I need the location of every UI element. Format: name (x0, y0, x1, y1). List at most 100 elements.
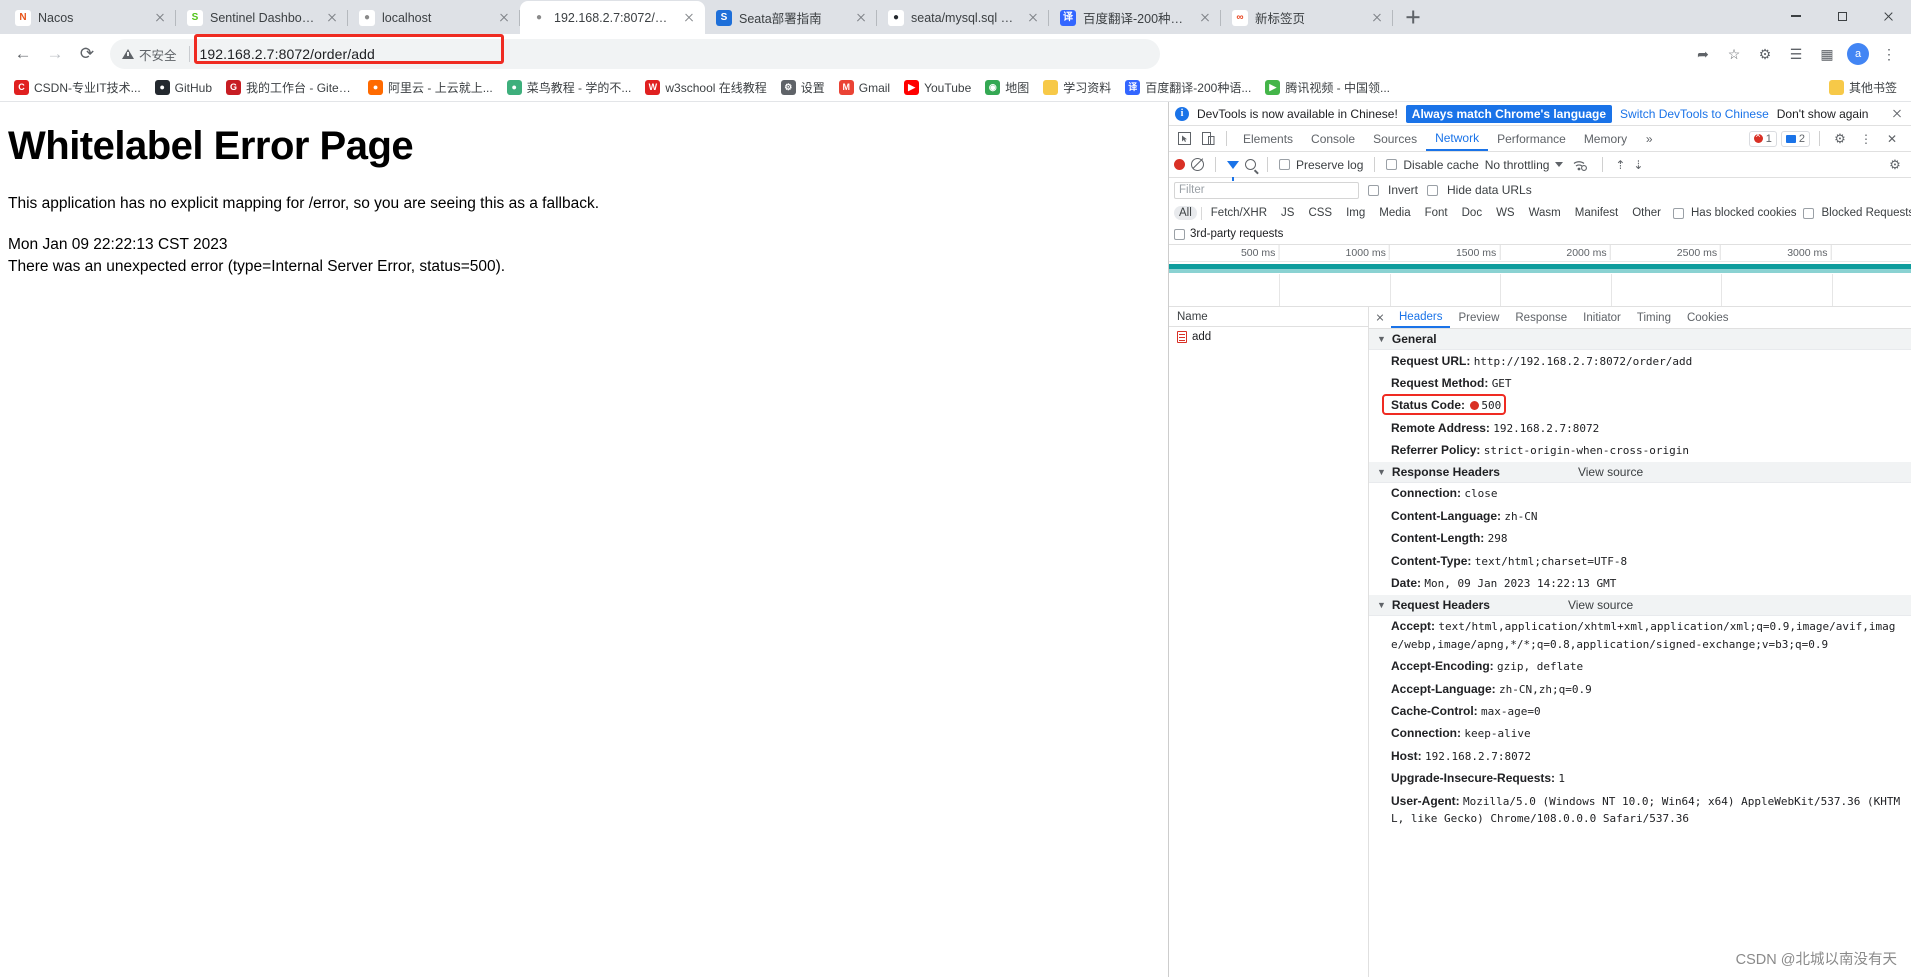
resource-type-filter[interactable]: Wasm (1524, 206, 1566, 220)
resource-type-filter[interactable]: Other (1627, 206, 1666, 220)
blocked-requests-label[interactable]: Blocked Requests (1821, 207, 1911, 219)
preserve-log-label[interactable]: Preserve log (1296, 158, 1363, 172)
disable-cache-label[interactable]: Disable cache (1403, 158, 1478, 172)
section-header[interactable]: ▼ Request Headers View source (1369, 594, 1911, 616)
maximize-button[interactable] (1819, 0, 1865, 32)
record-button[interactable] (1174, 159, 1185, 170)
has-blocked-cookies-checkbox[interactable] (1673, 207, 1684, 219)
chevron-down-icon[interactable] (1555, 162, 1564, 167)
request-row[interactable]: add (1169, 327, 1368, 346)
browser-tab[interactable]: ● localhost (348, 1, 520, 34)
tab-close-icon[interactable] (1197, 10, 1213, 26)
close-detail-icon[interactable] (1372, 310, 1388, 326)
hide-data-urls-checkbox[interactable] (1427, 184, 1439, 196)
third-party-requests-checkbox[interactable] (1174, 228, 1185, 240)
throttling-select[interactable]: No throttling (1485, 158, 1550, 172)
resource-type-filter[interactable]: JS (1276, 206, 1299, 220)
resource-type-filter[interactable]: Font (1420, 206, 1453, 220)
bookmark-item[interactable]: ● 阿里云 - 上云就上... (362, 76, 499, 99)
detail-tab-cookies[interactable]: Cookies (1679, 307, 1737, 328)
reload-button[interactable]: ⟳ (72, 39, 102, 69)
invert-checkbox[interactable] (1368, 184, 1379, 196)
tab-close-icon[interactable] (681, 10, 697, 26)
collapse-triangle-icon[interactable]: ▼ (1377, 600, 1386, 610)
device-toolbar-icon[interactable] (1197, 128, 1219, 150)
address-bar[interactable]: 不安全 192.168.2.7:8072/order/add (110, 34, 1160, 69)
forward-button[interactable]: → (40, 39, 70, 69)
not-secure-indicator[interactable]: 不安全 (122, 45, 177, 64)
network-settings-gear-icon[interactable]: ⚙ (1884, 154, 1906, 176)
third-party-requests-label[interactable]: 3rd-party requests (1190, 228, 1283, 240)
has-blocked-cookies-label[interactable]: Has blocked cookies (1691, 207, 1796, 219)
kebab-menu-icon[interactable]: ⋮ (1855, 128, 1877, 150)
bookmark-item[interactable]: M Gmail (833, 77, 896, 98)
gear-icon[interactable]: ⚙ (1829, 128, 1851, 150)
view-source-link[interactable]: View source (1578, 465, 1643, 479)
inspect-element-icon[interactable] (1173, 128, 1195, 150)
preserve-log-checkbox[interactable] (1279, 159, 1290, 170)
browser-tab[interactable]: ● seata/mysql.sql at 1.4.0 (877, 1, 1049, 34)
section-header[interactable]: ▼ Response Headers View source (1369, 461, 1911, 483)
back-button[interactable]: ← (8, 39, 38, 69)
tab-close-icon[interactable] (1369, 10, 1385, 26)
browser-tab[interactable]: ● 192.168.2.7:8072/order/… (520, 1, 705, 34)
detail-tab-headers[interactable]: Headers (1391, 307, 1451, 328)
bookmark-item[interactable]: 学习资料 (1037, 76, 1117, 99)
banner-close-icon[interactable] (1889, 106, 1905, 122)
avatar[interactable]: a (1844, 40, 1872, 68)
devtools-tab-console[interactable]: Console (1302, 126, 1364, 151)
blocked-requests-checkbox[interactable] (1803, 207, 1815, 219)
share-icon[interactable]: ➦ (1689, 40, 1717, 68)
filter-icon[interactable] (1227, 160, 1239, 181)
bookmark-item[interactable]: Ww3school 在线教程 (639, 76, 772, 99)
view-source-link[interactable]: View source (1568, 598, 1633, 612)
warning-count-badge[interactable]: 2 (1780, 130, 1810, 147)
filter-input[interactable]: Filter (1174, 181, 1359, 199)
tab-close-icon[interactable] (496, 10, 512, 26)
detail-tab-response[interactable]: Response (1507, 307, 1575, 328)
invert-label[interactable]: Invert (1388, 183, 1418, 197)
devtools-tab-memory[interactable]: Memory (1575, 126, 1636, 151)
collapse-triangle-icon[interactable]: ▼ (1377, 334, 1386, 344)
dont-show-again-button[interactable]: Don't show again (1777, 107, 1869, 121)
bookmark-item[interactable]: ▶ 腾讯视频 - 中国领... (1259, 76, 1396, 99)
reading-list-icon[interactable]: ☰ (1782, 40, 1810, 68)
resource-type-filter[interactable]: Img (1341, 206, 1370, 220)
resource-type-filter[interactable]: Manifest (1570, 206, 1623, 220)
devtools-tab-elements[interactable]: Elements (1234, 126, 1302, 151)
browser-tab[interactable]: 译百度翻译-200种语言互译、 (1049, 1, 1221, 34)
detail-tab-initiator[interactable]: Initiator (1575, 307, 1629, 328)
resource-type-filter[interactable]: All (1174, 206, 1197, 220)
disable-cache-checkbox[interactable] (1386, 159, 1398, 170)
clear-network-log-icon[interactable] (1191, 158, 1204, 171)
minimize-button[interactable] (1773, 0, 1819, 32)
resource-type-filter[interactable]: Doc (1457, 206, 1487, 220)
search-icon[interactable] (1245, 159, 1256, 170)
bookmark-item[interactable]: ◉ 地图 (979, 76, 1035, 99)
bookmark-item[interactable]: ⚙ 设置 (775, 76, 831, 99)
bookmark-item[interactable]: G 我的工作台 - Gitee... (220, 76, 360, 99)
tab-close-icon[interactable] (152, 10, 168, 26)
hide-data-urls-label[interactable]: Hide data URLs (1447, 183, 1532, 197)
tab-close-icon[interactable] (324, 10, 340, 26)
bookmark-item[interactable]: ● 菜鸟教程 - 学的不... (501, 76, 638, 99)
detail-tab-timing[interactable]: Timing (1629, 307, 1679, 328)
star-icon[interactable]: ☆ (1720, 40, 1748, 68)
detail-tab-preview[interactable]: Preview (1450, 307, 1507, 328)
devtools-tab-sources[interactable]: Sources (1364, 126, 1426, 151)
tab-close-icon[interactable] (853, 10, 869, 26)
section-header[interactable]: ▼ General (1369, 329, 1911, 350)
bookmark-item[interactable]: ▶ YouTube (898, 77, 977, 98)
resource-type-filter[interactable]: CSS (1303, 206, 1337, 220)
error-count-badge[interactable]: 1 (1748, 130, 1777, 147)
resource-type-filter[interactable]: Media (1374, 206, 1415, 220)
switch-to-chinese-link[interactable]: Switch DevTools to Chinese (1620, 107, 1769, 121)
tab-close-icon[interactable] (1025, 10, 1041, 26)
bookmark-item[interactable]: ● GitHub (149, 77, 218, 98)
resource-type-filter[interactable]: WS (1491, 206, 1520, 220)
import-har-icon[interactable]: ⇡ (1614, 158, 1626, 172)
network-overview-timeline[interactable]: 500 ms 1000 ms 1500 ms 2000 ms 2500 ms 3000 m… (1169, 244, 1911, 306)
export-har-icon[interactable]: ⇣ (1632, 158, 1644, 172)
more-tabs-icon[interactable]: » (1638, 128, 1660, 150)
request-list-column-header[interactable]: Name (1169, 307, 1368, 327)
